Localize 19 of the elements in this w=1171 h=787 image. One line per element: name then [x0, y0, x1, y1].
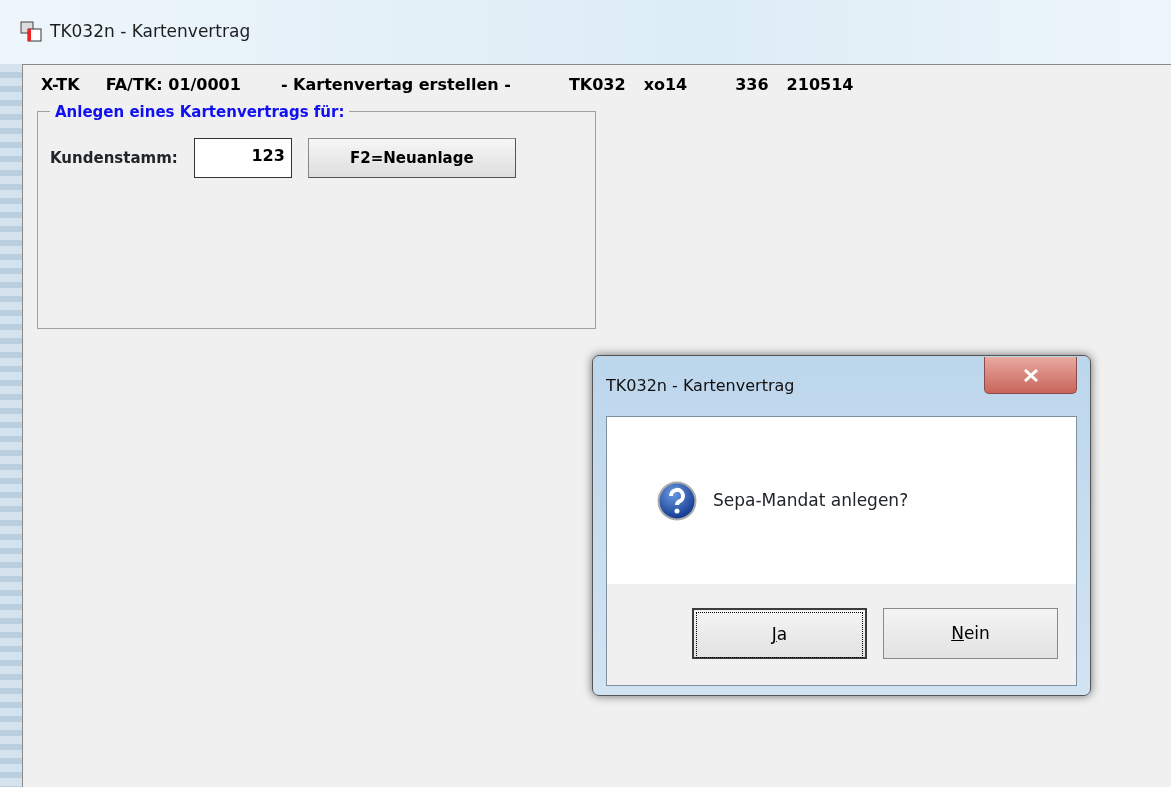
customer-field[interactable]: 123 — [193, 138, 292, 178]
close-button[interactable] — [984, 357, 1077, 394]
field-label: Kundenstamm: — [50, 147, 178, 169]
question-icon — [657, 480, 697, 521]
header-text: FA/TK: 01/0001 — [105, 74, 241, 96]
new-button[interactable]: F2=Neuanlage — [307, 138, 516, 178]
header-text: 210514 — [786, 74, 854, 96]
dialog-message: Sepa-Mandat anlegen? — [713, 488, 909, 512]
close-icon — [1022, 368, 1039, 382]
app-icon — [20, 21, 44, 43]
dialog-button[interactable]: Nein — [883, 608, 1058, 659]
header-text: TK032 — [568, 74, 626, 96]
window-title: TK032n - Kartenvertrag — [50, 20, 251, 44]
header-text: X-TK — [41, 74, 80, 96]
dialog-button[interactable]: Ja — [692, 608, 867, 659]
header-text: - Kartenvertag erstellen - — [280, 74, 511, 96]
dialog-title: TK032n - Kartenvertrag — [606, 375, 795, 397]
header-text: xo14 — [643, 74, 688, 96]
header-text: 336 — [735, 74, 769, 96]
